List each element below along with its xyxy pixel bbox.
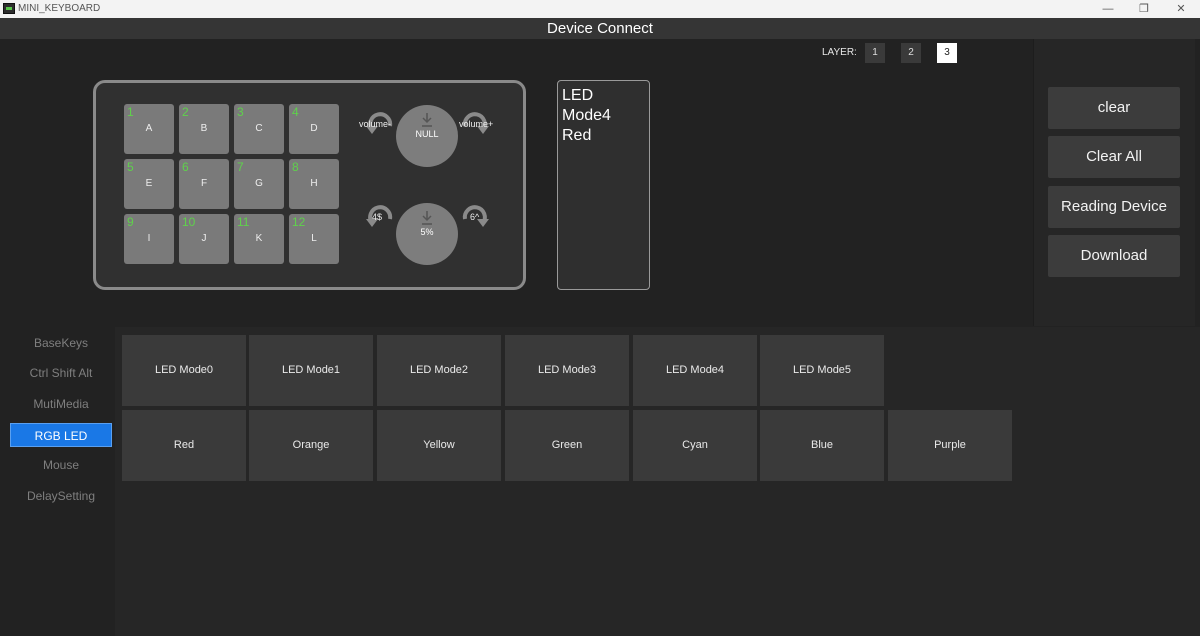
macro-key[interactable]: 11 K <box>234 214 284 264</box>
key-number: 3 <box>237 105 244 119</box>
key-label: E <box>145 178 153 189</box>
key-number: 4 <box>292 105 299 119</box>
led-mode-button[interactable]: LED Mode5 <box>760 335 884 406</box>
key-label: B <box>200 123 208 134</box>
macro-key[interactable]: 8H <box>289 159 339 209</box>
knob-1[interactable]: NULL <box>396 105 458 167</box>
preview-line: LED <box>562 87 594 104</box>
key-label: F <box>200 178 208 189</box>
key-label: K <box>255 233 263 244</box>
led-color-button[interactable]: Orange <box>249 410 373 481</box>
layer-button-3[interactable]: 3 <box>937 43 957 63</box>
action-panel <box>1033 39 1195 326</box>
clear-all-button[interactable]: Clear All <box>1048 136 1180 178</box>
key-number: 8 <box>292 160 299 174</box>
key-number: 1 <box>127 105 134 119</box>
led-color-button[interactable]: Yellow <box>377 410 501 481</box>
key-label: D <box>310 123 318 134</box>
sidebar-item-basekeys[interactable]: BaseKeys <box>10 331 112 355</box>
led-mode-button[interactable]: LED Mode3 <box>505 335 629 406</box>
macro-key[interactable]: 7G <box>234 159 284 209</box>
download-button[interactable]: Download <box>1048 235 1180 277</box>
layer-label: LAYER: <box>822 47 857 58</box>
sidebar-item-multimedia[interactable]: MutiMedia <box>10 392 112 416</box>
macro-key[interactable]: 6F <box>179 159 229 209</box>
knob-press-icon <box>422 211 432 225</box>
sidebar-item-ctrl-shift-alt[interactable]: Ctrl Shift Alt <box>10 361 112 385</box>
macro-key[interactable]: 5E <box>124 159 174 209</box>
key-number: 12 <box>292 215 306 229</box>
led-color-button[interactable]: Green <box>505 410 629 481</box>
macro-key[interactable]: 9I <box>124 214 174 264</box>
key-number: 9 <box>127 215 134 229</box>
knob-press-icon <box>422 113 432 127</box>
key-label: J <box>201 233 207 244</box>
led-color-button[interactable]: Red <box>122 410 246 481</box>
key-label: H <box>310 178 318 189</box>
sidebar-item-delay-setting[interactable]: DelaySetting <box>10 484 112 508</box>
device-connect-header: Device Connect <box>0 18 1200 39</box>
macro-key[interactable]: 12 L <box>289 214 339 264</box>
macro-key[interactable]: 3C <box>234 104 284 154</box>
app-keyboard-icon <box>3 3 15 14</box>
macro-key[interactable]: 10 J <box>179 214 229 264</box>
title-bar: MINI_KEYBOARD — ❐ ✕ <box>0 0 1200 18</box>
preview-line: Mode4 <box>562 107 611 124</box>
keyboard-frame: 1 A 2 B 3 C 4 D 5 E 6 F 7 G 8 H 9 I 10 J 11 K 12 L volume- NULL… <box>93 80 526 290</box>
key-label: I <box>147 233 151 244</box>
key-number: 7 <box>237 160 244 174</box>
minimize-icon[interactable]: — <box>1097 1 1119 17</box>
led-color-button[interactable]: Blue <box>760 410 884 481</box>
macro-key[interactable]: 2B <box>179 104 229 154</box>
macro-key[interactable]: 4D <box>289 104 339 154</box>
led-color-button[interactable]: Cyan <box>633 410 757 481</box>
reading-device-button[interactable]: Reading Device <box>1048 186 1180 228</box>
sidebar-item-mouse[interactable]: Mouse <box>10 453 112 477</box>
sidebar-item-rgb-led[interactable]: RGB LED <box>10 423 112 447</box>
knob1-center-label: NULL <box>415 129 439 139</box>
knob2-left-label: 4$ <box>372 212 383 222</box>
key-number: 2 <box>182 105 189 119</box>
key-label: L <box>311 233 317 244</box>
knob1-right-label: volume+ <box>459 119 494 129</box>
key-label: A <box>145 123 153 134</box>
layer-button-2[interactable]: 2 <box>901 43 921 63</box>
restore-icon[interactable]: ❐ <box>1133 1 1155 17</box>
knob2-center-label: 5% <box>420 227 434 237</box>
window-title: MINI_KEYBOARD <box>18 3 101 14</box>
macro-key[interactable]: 1A <box>124 104 174 154</box>
led-color-button[interactable]: Purple <box>888 410 1012 481</box>
layer-button-1[interactable]: 1 <box>865 43 885 63</box>
knob2-right-label: 6^ <box>470 212 480 222</box>
preview-line: Red <box>562 127 592 144</box>
knob-2[interactable]: 5% <box>396 203 458 265</box>
led-mode-button[interactable]: LED Mode4 <box>633 335 757 406</box>
key-label: C <box>255 123 263 134</box>
key-number: 6 <box>182 160 189 174</box>
key-label: G <box>255 178 263 189</box>
key-number: 10 <box>182 215 196 229</box>
key-preview-panel: LED Mode4 Red <box>557 80 650 290</box>
led-mode-button[interactable]: LED Mode1 <box>249 335 373 406</box>
close-icon[interactable]: ✕ <box>1170 1 1192 17</box>
led-mode-button[interactable]: LED Mode2 <box>377 335 501 406</box>
clear-button[interactable]: clear <box>1048 87 1180 129</box>
key-number: 5 <box>127 160 134 174</box>
key-number: 11 <box>237 215 250 229</box>
knob1-left-label: volume- <box>359 119 392 129</box>
led-mode-button[interactable]: LED Mode0 <box>122 335 246 406</box>
